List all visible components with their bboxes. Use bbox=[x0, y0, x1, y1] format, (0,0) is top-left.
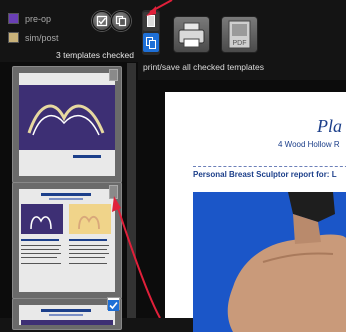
top-arrow-head bbox=[146, 6, 156, 16]
bottom-arrow-line bbox=[116, 204, 161, 318]
bottom-arrow-head bbox=[112, 196, 121, 212]
annotation-arrows bbox=[112, 0, 173, 318]
